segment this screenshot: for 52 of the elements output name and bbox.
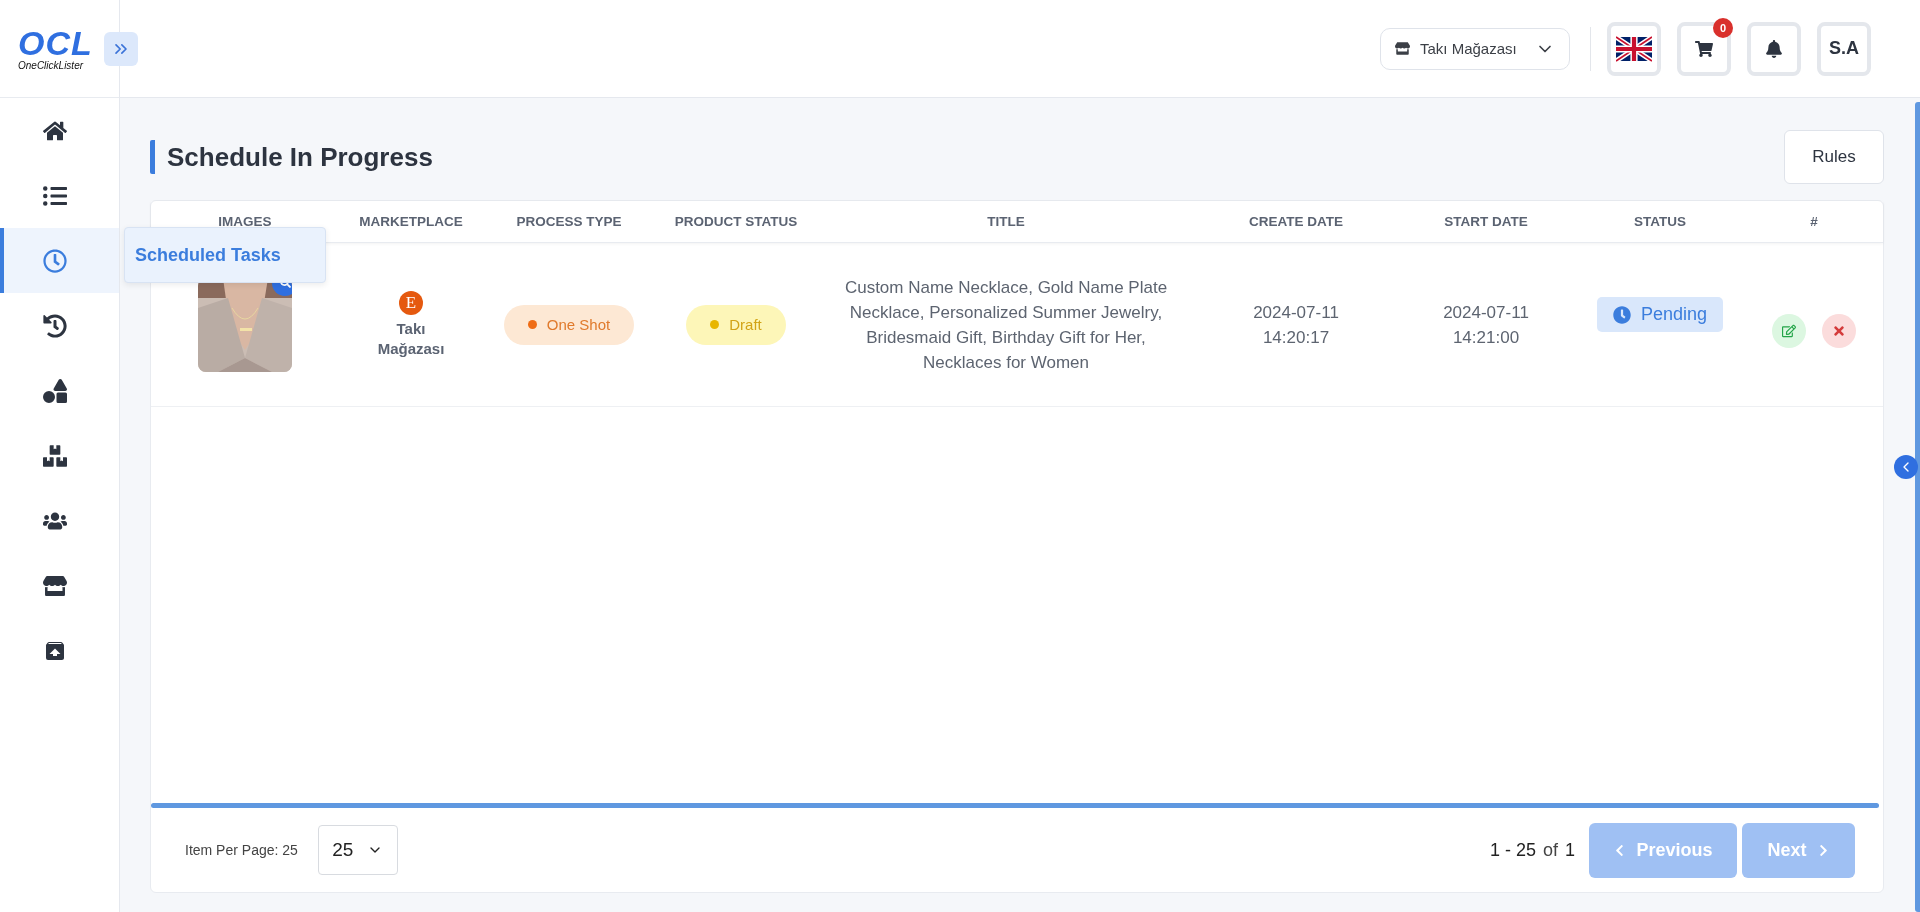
column-header: TITLE (986, 214, 1026, 229)
boxes-icon (42, 443, 67, 468)
column-header: START DATE (1443, 214, 1529, 229)
clock-icon (42, 248, 67, 273)
column-header: CREATE DATE (1248, 214, 1344, 229)
side-panel-toggle[interactable] (1894, 455, 1918, 479)
edit-icon (1782, 323, 1796, 338)
create-date: 14:20:17 (1262, 326, 1330, 349)
edit-button[interactable] (1772, 313, 1806, 348)
start-date: 14:21:00 (1452, 326, 1520, 349)
list-icon (42, 183, 67, 208)
column-header: IMAGES (217, 214, 273, 229)
bell-icon (1765, 39, 1783, 58)
product-title: Custom Name Necklace, Gold Name Plate Necklace, Personalized Summer Jewelry, Bridesmaid Gift, Birthday Gift for Her, Necklaces for Women (843, 276, 1169, 374)
cart-button[interactable]: 0 (1677, 21, 1731, 76)
column-header: PROCESS TYPE (515, 214, 623, 229)
clock-icon (1612, 305, 1631, 324)
start-date: 2024-07-11 (1443, 301, 1529, 324)
expand-sidebar-button[interactable] (104, 32, 138, 66)
cart-icon (1695, 39, 1713, 58)
page-range: 1 - 25 (1489, 839, 1536, 861)
language-button[interactable] (1607, 21, 1661, 76)
column-header: STATUS (1633, 214, 1687, 229)
marketplace-name: Takı Mağazası (376, 318, 446, 359)
store-icon (1395, 41, 1410, 56)
column-header: MARKETPLACE (358, 214, 464, 229)
items-per-page-label: Item Per Page: 25 (185, 842, 298, 858)
logo-name: OneClickLister (18, 60, 84, 71)
status-chip: Pending (1596, 297, 1724, 332)
cart-count-badge: 0 (1713, 17, 1733, 38)
shapes-icon (42, 378, 67, 403)
close-icon (1832, 323, 1846, 338)
page-title: Schedule In Progress (150, 140, 433, 174)
column-header: PRODUCT STATUS (673, 214, 799, 229)
user-avatar-button[interactable]: S.A (1817, 21, 1871, 76)
sidebar-tooltip: Scheduled Tasks (124, 227, 326, 283)
notifications-button[interactable] (1747, 21, 1801, 76)
flag-icon (1616, 35, 1652, 62)
store-select[interactable]: Takı Mağazası (1380, 27, 1570, 70)
create-date: 2024-07-11 (1253, 301, 1339, 324)
history-icon (42, 313, 67, 338)
page-total: 1 (1565, 839, 1575, 861)
delete-button[interactable] (1822, 313, 1856, 348)
rules-button[interactable]: Rules (1784, 130, 1884, 184)
logo-mark: OCL (18, 26, 93, 60)
product-status-chip: Draft (686, 304, 786, 345)
page-size-select[interactable]: 25 (317, 825, 398, 875)
store-icon (42, 573, 67, 598)
process-type-chip: One Shot (503, 304, 635, 345)
column-header: # (1809, 214, 1819, 229)
marketplace-logo: E (399, 290, 423, 315)
of-label: of (1542, 839, 1558, 861)
